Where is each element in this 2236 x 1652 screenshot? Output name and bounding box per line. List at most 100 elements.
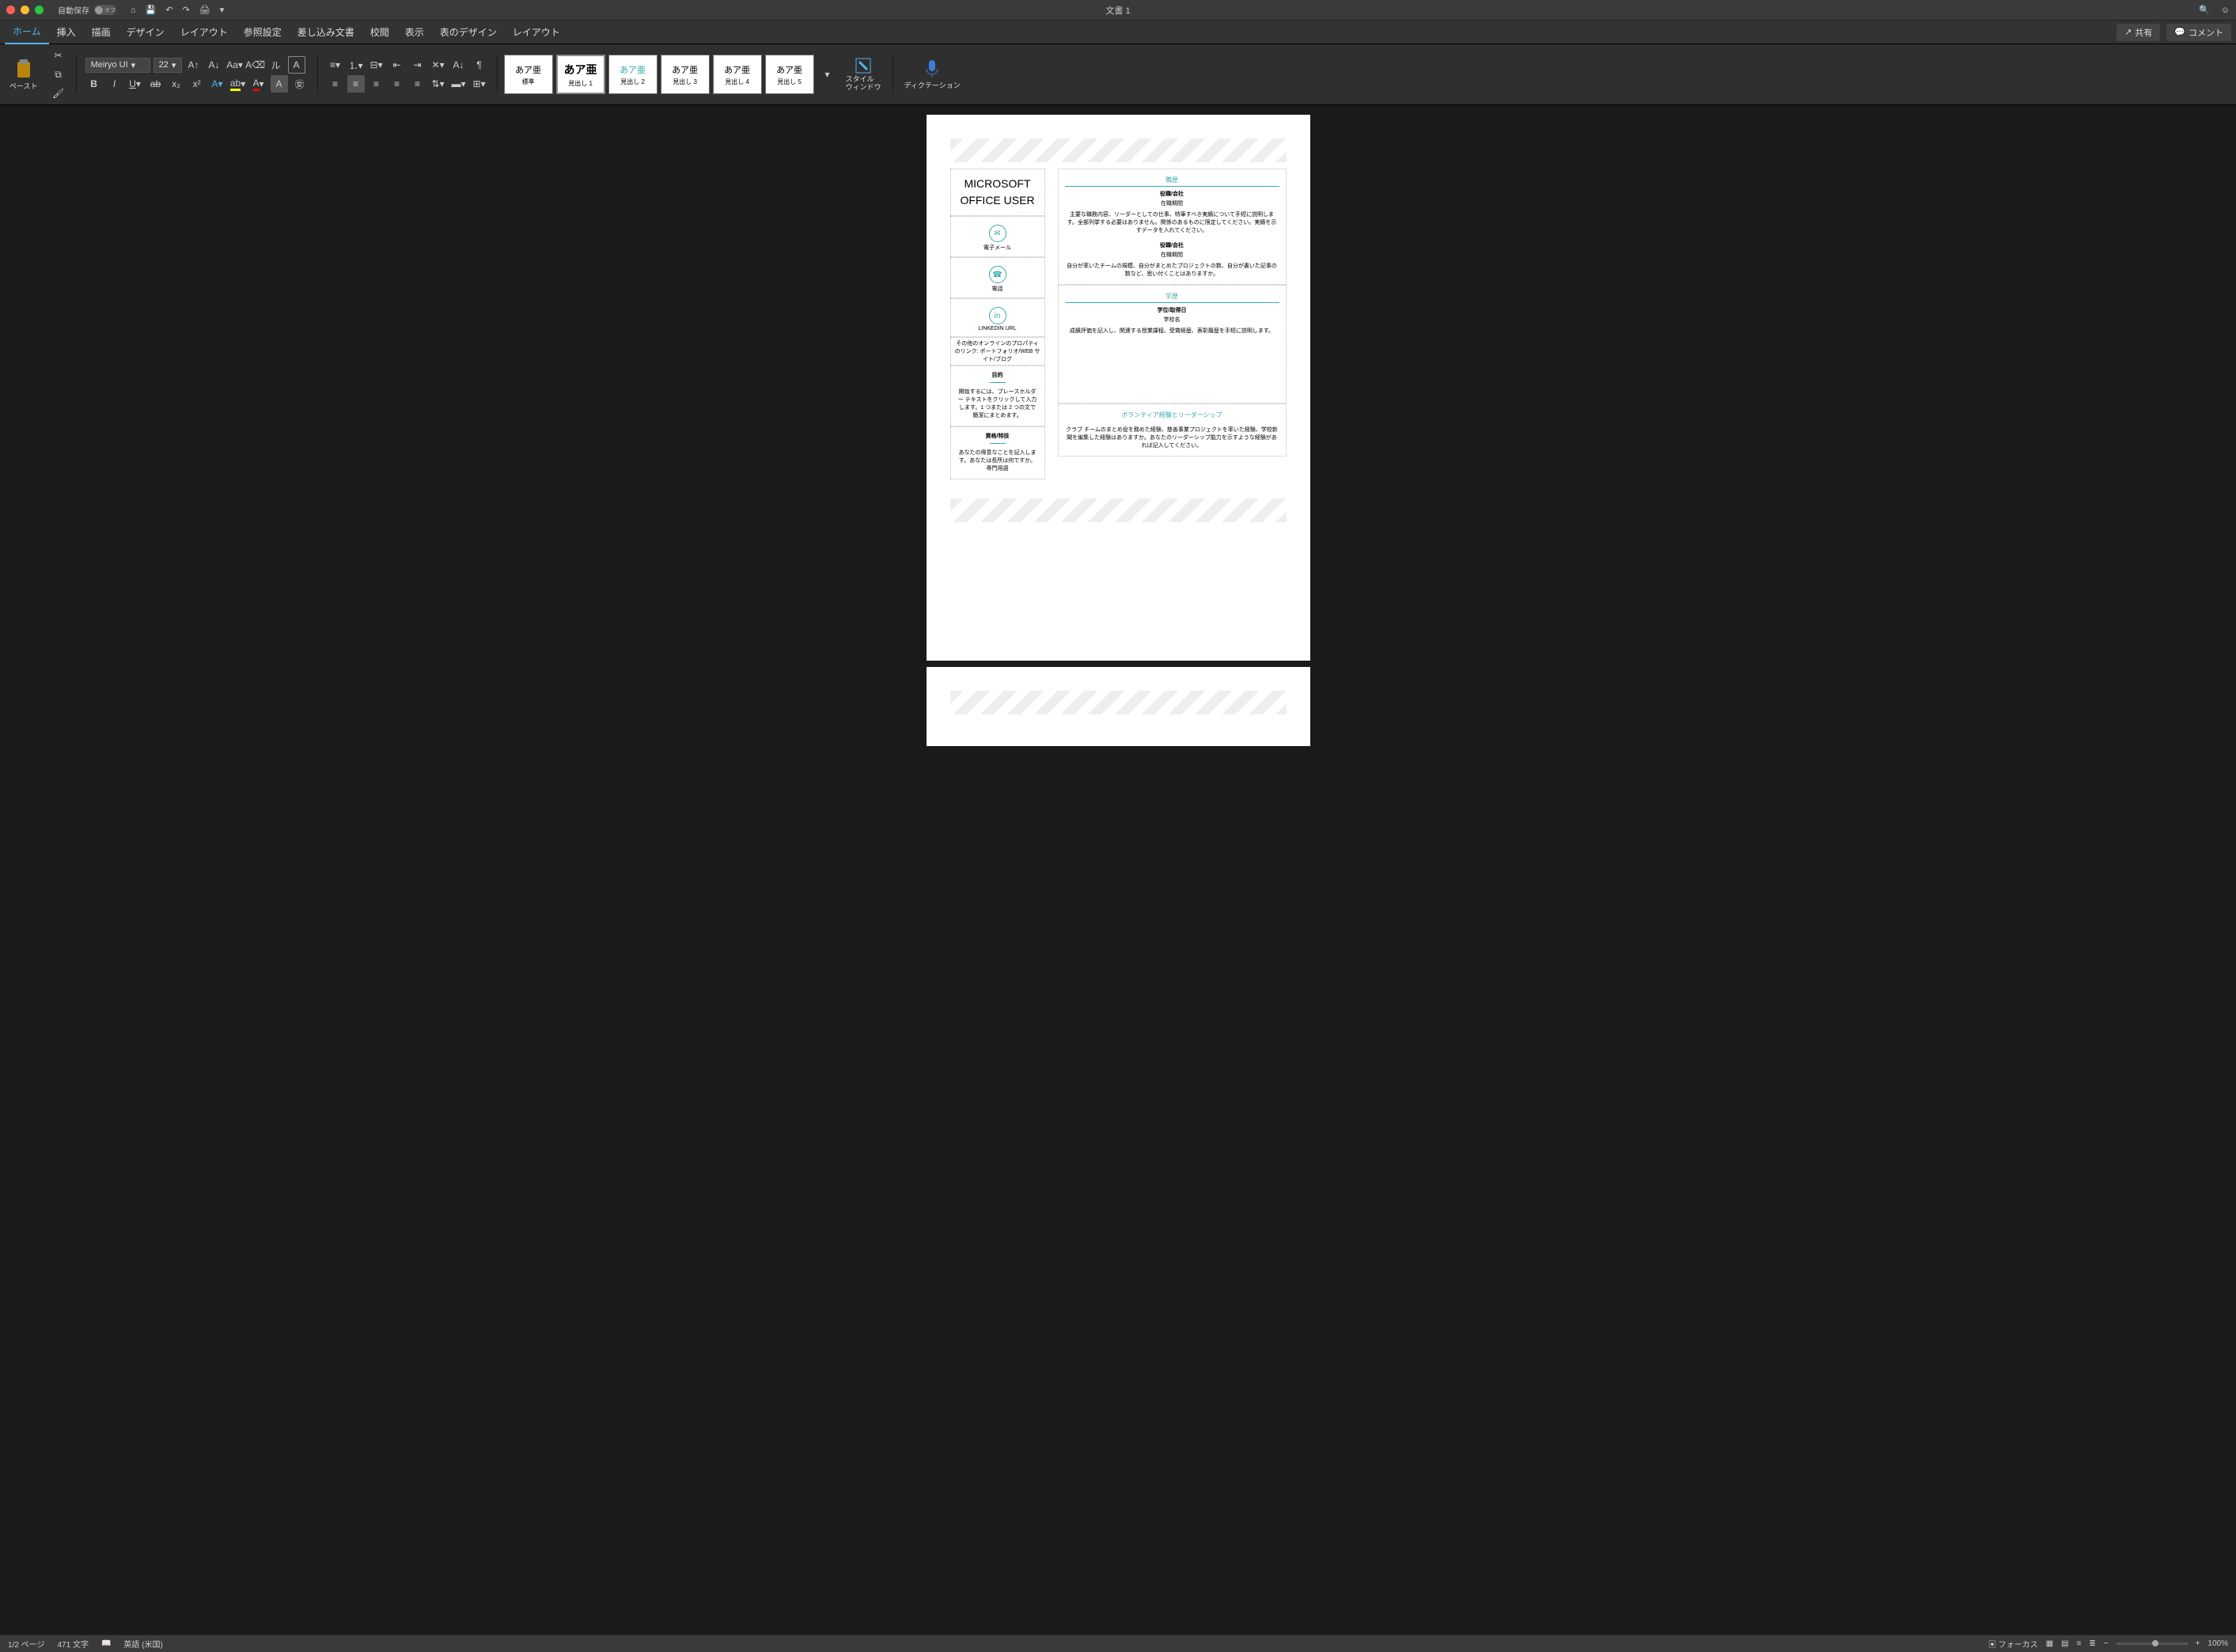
dictation-button[interactable]: ディクテーション [900,58,965,92]
linkedin-block[interactable]: in LINKEDIN URL [950,298,1045,337]
print-icon[interactable]: 🖨 [199,5,210,15]
highlight-color-icon[interactable]: ab▾ [229,75,247,93]
clear-format-icon[interactable]: A⌫ [247,56,264,74]
dec-indent-icon[interactable]: ⇤ [388,56,406,74]
grow-font-icon[interactable]: A↑ [185,56,203,74]
undo-icon[interactable]: ↶ [165,5,172,15]
focus-mode[interactable]: ▣ フォーカス [1988,1638,2038,1650]
phone-block[interactable]: ☎ 電話 [950,257,1045,298]
zoom-slider[interactable] [2117,1643,2188,1645]
close-window[interactable] [6,6,15,14]
style-heading3[interactable]: あア亜見出し 3 [661,55,710,94]
paste-button[interactable]: ペースト [5,57,43,93]
email-block[interactable]: ✉ 電子メール [950,216,1045,257]
page-2[interactable] [927,667,1310,746]
tab-table-layout[interactable]: レイアウト [505,21,568,44]
line-spacing-icon[interactable]: ⇅▾ [430,75,447,93]
style-heading4[interactable]: あア亜見出し 4 [713,55,762,94]
inc-indent-icon[interactable]: ⇥ [409,56,426,74]
tab-design[interactable]: デザイン [119,21,172,44]
align-left-icon[interactable]: ≡ [327,75,344,93]
objective-block[interactable]: 目的 開始するには、プレースホルダー テキストをクリックして入力します。1 つま… [950,366,1045,426]
autosave-toggle[interactable]: オフ [94,5,116,15]
cut-icon[interactable]: ✂ [50,47,67,64]
shrink-font-icon[interactable]: A↓ [206,56,223,74]
view-outline-icon[interactable]: ≡ [2077,1639,2082,1648]
page-1[interactable]: MICROSOFT OFFICE USER ✉ 電子メール ☎ 電話 in LI… [927,115,1310,661]
home-icon[interactable]: ⌂ [131,6,136,15]
zoom-level[interactable]: 100% [2208,1639,2228,1648]
borders-icon[interactable]: ⊞▾ [471,75,488,93]
education-block[interactable]: 学歴 学位/取得日 学校名 成績評価を記入し、関連する授業課程、受賞経歴、表彰履… [1058,285,1287,404]
tab-table-design[interactable]: 表のデザイン [432,21,505,44]
volunteer-block[interactable]: ボランティア経験とリーダーシップ クラブ チームのまとめ役を務めた経験、慈善事業… [1058,404,1287,457]
word-count[interactable]: 471 文字 [57,1638,88,1650]
tab-home[interactable]: ホーム [5,20,49,44]
underline-button[interactable]: U▾ [127,75,144,93]
zoom-out[interactable]: − [2104,1639,2109,1648]
account-icon[interactable]: ☺ [2221,6,2230,15]
tab-mailings[interactable]: 差し込み文書 [290,21,362,44]
view-web-icon[interactable]: ▤ [2061,1639,2068,1648]
justify-icon[interactable]: ≡ [388,75,406,93]
zoom-in[interactable]: + [2196,1639,2200,1648]
share-button[interactable]: ↗ 共有 [2117,24,2160,41]
style-heading2[interactable]: あア亜見出し 2 [608,55,658,94]
change-case-icon[interactable]: Aa▾ [226,56,244,74]
char-shading-icon[interactable]: A [271,75,288,93]
align-right-icon[interactable]: ≡ [368,75,385,93]
tab-review[interactable]: 校閲 [362,21,397,44]
style-heading1[interactable]: あア亜見出し 1 [556,55,605,94]
tab-references[interactable]: 参照設定 [236,21,290,44]
subscript-button[interactable]: x₂ [168,75,185,93]
bullets-icon[interactable]: ≡▾ [327,56,344,74]
multilevel-icon[interactable]: ⊟▾ [368,56,385,74]
distribute-icon[interactable]: ≡ [409,75,426,93]
save-icon[interactable]: 💾 [146,5,157,15]
tab-layout[interactable]: レイアウト [172,21,236,44]
strike-button[interactable]: ab [147,75,165,93]
skills-block[interactable]: 資格/特技 あなたの得意なことを記入します。あなたは長所は何ですか。専門用語 [950,426,1045,479]
shading-icon[interactable]: ▬▾ [450,75,468,93]
copy-icon[interactable]: ⧉ [50,66,67,83]
styles-more-icon[interactable]: ▾ [819,66,836,83]
styles-pane-button[interactable]: スタイル ウィンドウ [841,55,886,93]
show-marks-icon[interactable]: ¶ [471,56,488,74]
view-draft-icon[interactable]: ≣ [2089,1639,2095,1648]
enclose-char-icon[interactable]: ㊛ [291,75,309,93]
bold-button[interactable]: B [85,75,103,93]
comments-button[interactable]: 💬 コメント [2166,24,2231,41]
search-icon[interactable]: 🔍 [2199,5,2210,15]
tab-view[interactable]: 表示 [397,21,432,44]
redo-icon[interactable]: ↷ [183,5,190,15]
numbering-icon[interactable]: ⒈▾ [347,56,365,74]
style-heading5[interactable]: あア亜見出し 5 [765,55,814,94]
language-status[interactable]: 英語 (米国) [123,1638,162,1650]
font-size-selector[interactable]: 22 ▾ [153,58,182,73]
tab-draw[interactable]: 描画 [84,21,119,44]
page-count[interactable]: 1/2 ページ [8,1638,44,1650]
portfolio-text[interactable]: その他のオンラインのプロパティのリンク: ポートフォリオ/WEB サイト/ブログ [950,337,1045,366]
sort-icon[interactable]: A↓ [450,56,468,74]
style-normal[interactable]: あア亜標準 [504,55,553,94]
email-icon: ✉ [989,225,1006,242]
spellcheck-icon[interactable]: 📖 [101,1639,111,1648]
name-field[interactable]: MICROSOFT OFFICE USER [950,169,1045,216]
align-center-icon[interactable]: ≡ [347,75,365,93]
maximize-window[interactable] [35,6,44,14]
font-name-selector[interactable]: Meiryo UI ▾ [85,58,150,73]
tab-insert[interactable]: 挿入 [49,21,84,44]
format-painter-icon[interactable]: 🖌 [50,85,67,102]
career-block[interactable]: 職歴 役職/会社 在職期間 主要な職務内容、リーダーとしての仕事、特筆すべき実績… [1058,169,1287,285]
italic-button[interactable]: I [106,75,123,93]
char-border-icon[interactable]: A [288,56,305,74]
superscript-button[interactable]: x² [188,75,206,93]
qat-more[interactable]: ▾ [220,5,225,15]
text-effects-icon[interactable]: A▾ [209,75,226,93]
phonetic-icon[interactable]: ル [267,56,285,74]
document-canvas[interactable]: MICROSOFT OFFICE USER ✉ 電子メール ☎ 電話 in LI… [0,105,2236,1635]
minimize-window[interactable] [21,6,29,14]
view-print-icon[interactable]: ▦ [2046,1639,2053,1648]
font-color-icon[interactable]: A▾ [250,75,267,93]
asian-layout-icon[interactable]: ✕▾ [430,56,447,74]
